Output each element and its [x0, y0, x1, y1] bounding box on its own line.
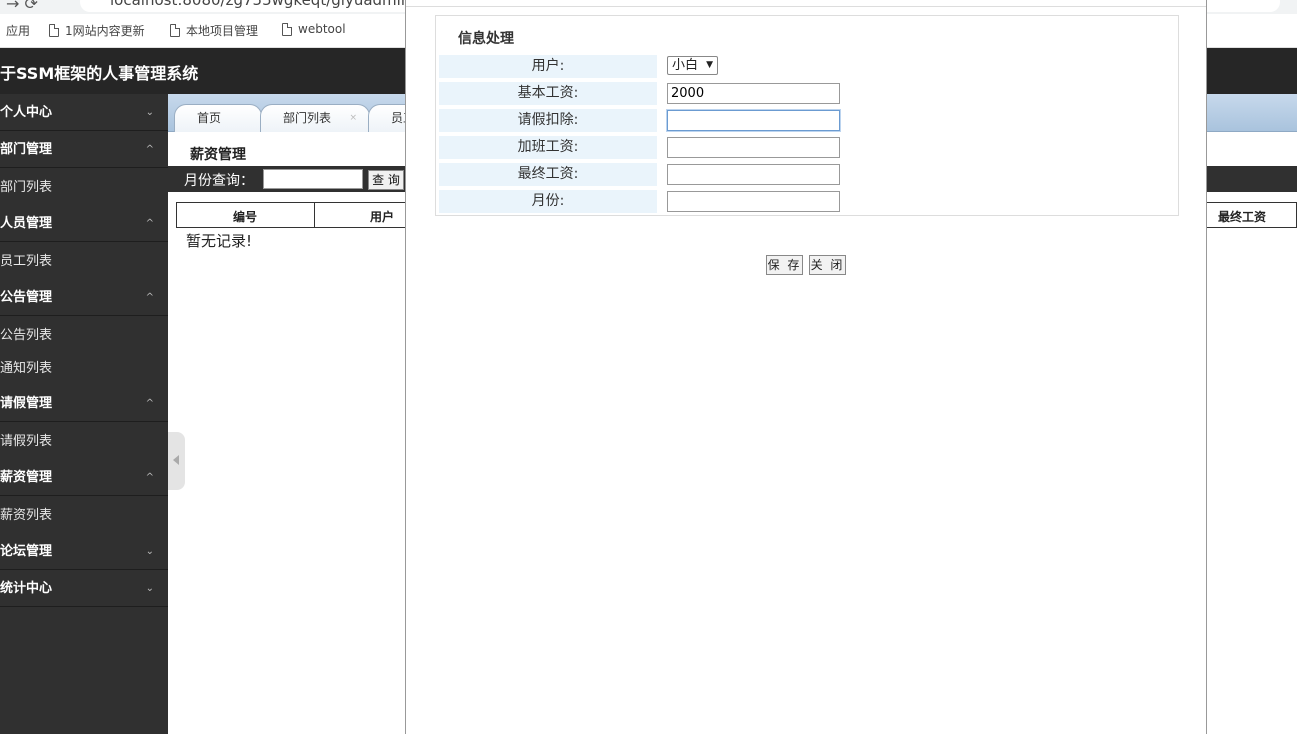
- form-row-month: 月份:: [439, 190, 1175, 213]
- sidebar-group-label: 薪资管理: [0, 470, 53, 485]
- sidebar-group-label: 统计中心: [0, 581, 53, 596]
- bookmark-label: 1网站内容更新: [65, 24, 145, 38]
- sidebar-group-label: 部门管理: [0, 142, 53, 157]
- bookmark-1[interactable]: 1网站内容更新: [49, 22, 145, 39]
- chevron-up-icon: ^: [145, 292, 154, 303]
- column-header-id: 编号: [233, 210, 258, 224]
- form-row-user: 用户: 小白 ▼: [439, 55, 1175, 78]
- collapse-sidebar-handle[interactable]: [168, 432, 185, 490]
- close-icon[interactable]: ×: [349, 105, 357, 131]
- search-button[interactable]: 查 询: [368, 170, 404, 190]
- info-dialog: 信息处理 用户: 小白 ▼ 基本工资: 2000 请假扣除: 加班工资: 最终工…: [405, 0, 1207, 734]
- chevron-down-icon: ⌄: [145, 546, 154, 557]
- sidebar-group-label: 人员管理: [0, 216, 53, 231]
- close-button[interactable]: 关 闭: [809, 255, 846, 275]
- sidebar-group-label: 公告管理: [0, 290, 53, 305]
- sidebar-group-label: 请假管理: [0, 396, 53, 411]
- section-title: 薪资管理: [190, 147, 246, 163]
- nav-arrows-icon[interactable]: → ⟳: [6, 0, 38, 13]
- chevron-up-icon: ^: [145, 218, 154, 229]
- selected-user: 小白: [672, 58, 699, 73]
- sidebar-group-salary[interactable]: 薪资管理 ^: [0, 459, 168, 496]
- sidebar-group-label: 论坛管理: [0, 544, 53, 559]
- field-label: 加班工资:: [439, 136, 657, 159]
- chevron-down-icon: ⌄: [145, 583, 154, 594]
- sidebar-item-salary-list[interactable]: 薪资列表: [0, 496, 168, 533]
- field-label: 基本工资:: [439, 82, 657, 105]
- chevron-up-icon: ^: [145, 472, 154, 483]
- field-label: 最终工资:: [439, 163, 657, 186]
- sidebar-group-announcement[interactable]: 公告管理 ^: [0, 279, 168, 316]
- sidebar-group-department[interactable]: 部门管理 ^: [0, 131, 168, 168]
- sidebar-group-staff[interactable]: 人员管理 ^: [0, 205, 168, 242]
- field-label: 月份:: [439, 190, 657, 213]
- tab-label: 首页: [197, 111, 222, 125]
- page-icon: [49, 24, 59, 37]
- app-title: 于SSM框架的人事管理系统: [0, 64, 199, 83]
- info-form-panel: 信息处理 用户: 小白 ▼ 基本工资: 2000 请假扣除: 加班工资: 最终工…: [435, 15, 1179, 216]
- form-row-base-salary: 基本工资: 2000: [439, 82, 1175, 105]
- save-button[interactable]: 保 存: [766, 255, 803, 275]
- chevron-up-icon: ^: [145, 398, 154, 409]
- form-row-final-salary: 最终工资:: [439, 163, 1175, 186]
- sidebar-item-employee-list[interactable]: 员工列表: [0, 242, 168, 279]
- sidebar-item-department-list[interactable]: 部门列表: [0, 168, 168, 205]
- dialog-top-divider: [406, 6, 1206, 7]
- sidebar-group-forum[interactable]: 论坛管理 ⌄: [0, 533, 168, 570]
- sidebar-group-statistics[interactable]: 统计中心 ⌄: [0, 570, 168, 607]
- bookmark-label: 本地项目管理: [186, 24, 259, 38]
- sidebar-item-notice-list[interactable]: 通知列表: [0, 353, 168, 385]
- column-header-final-salary: 最终工资: [1218, 210, 1267, 224]
- field-label: 用户:: [439, 55, 657, 78]
- page-icon: [170, 24, 180, 37]
- page-icon: [282, 22, 292, 36]
- month-search-label: 月份查询：: [184, 173, 254, 189]
- form-title: 信息处理: [458, 31, 514, 47]
- column-divider: [314, 203, 315, 227]
- bookmark-apps[interactable]: 应用: [6, 22, 30, 39]
- bookmark-label: 应用: [6, 24, 31, 38]
- bookmark-3[interactable]: webtool: [282, 22, 346, 36]
- field-label: 请假扣除:: [439, 109, 657, 132]
- base-salary-input[interactable]: 2000: [667, 83, 840, 104]
- month-input[interactable]: [667, 191, 840, 212]
- chevron-up-icon: ^: [145, 144, 154, 155]
- chevron-down-icon: ⌄: [145, 107, 154, 118]
- tab-home[interactable]: 首页: [174, 104, 262, 132]
- form-row-leave-deduction: 请假扣除:: [439, 109, 1175, 132]
- tab-department-list[interactable]: 部门列表 ×: [260, 104, 370, 132]
- final-salary-input[interactable]: [667, 164, 840, 185]
- sidebar-group-leave[interactable]: 请假管理 ^: [0, 385, 168, 422]
- bookmark-2[interactable]: 本地项目管理: [170, 22, 258, 39]
- sidebar-item-leave-list[interactable]: 请假列表: [0, 422, 168, 459]
- dropdown-arrow-icon: ▼: [706, 60, 713, 70]
- month-search-input[interactable]: [263, 169, 363, 189]
- tab-label: 部门列表: [283, 111, 332, 125]
- user-select[interactable]: 小白 ▼: [667, 56, 718, 75]
- sidebar-item-announcement-list[interactable]: 公告列表: [0, 316, 168, 353]
- empty-message: 暂无记录!: [186, 232, 253, 250]
- leave-deduction-input[interactable]: [667, 110, 840, 131]
- sidebar-group-label: 个人中心: [0, 105, 53, 120]
- column-header-user: 用户: [370, 210, 395, 224]
- sidebar: 个人中心 ⌄ 部门管理 ^ 部门列表 人员管理 ^ 员工列表 公告管理 ^ 公告…: [0, 94, 168, 734]
- form-row-overtime-pay: 加班工资:: [439, 136, 1175, 159]
- bookmark-label: webtool: [298, 22, 346, 36]
- sidebar-group-personal[interactable]: 个人中心 ⌄: [0, 94, 168, 131]
- overtime-pay-input[interactable]: [667, 137, 840, 158]
